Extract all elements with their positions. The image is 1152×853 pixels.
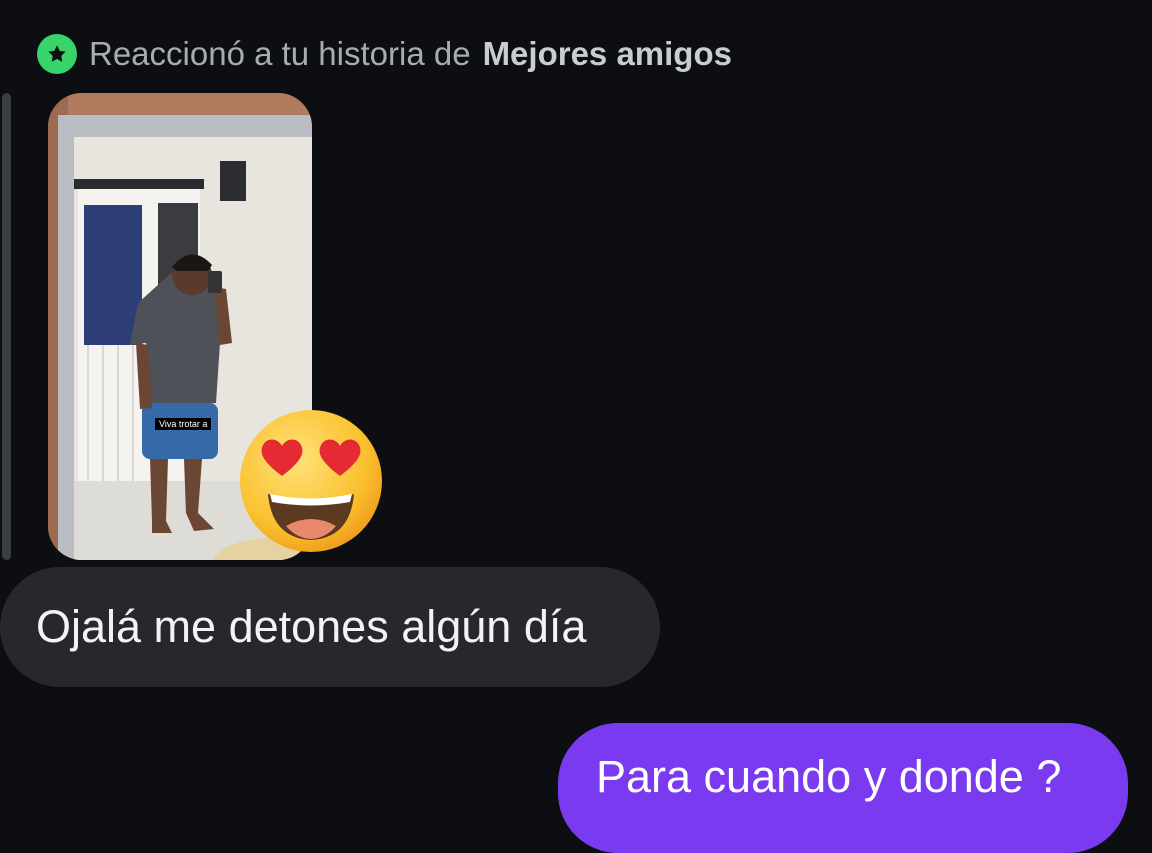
close-friends-label: Mejores amigos [482,35,732,72]
received-message-text: Ojalá me detones algún día [36,601,587,652]
sent-message-text: Para cuando y donde ? [596,751,1062,802]
story-caption-sticker: Viva trotar a [155,418,212,430]
heart-eyes-emoji-icon [240,410,382,552]
star-icon [37,34,77,74]
header-prefix: Reaccionó a tu historia de [89,35,471,72]
story-reaction-header: Reaccionó a tu historia de Mejores amigo… [37,34,732,74]
reply-indicator-bar [2,93,11,560]
sent-message-bubble[interactable]: Para cuando y donde ? [558,723,1128,853]
received-message-bubble[interactable]: Ojalá me detones algún día [0,567,660,687]
